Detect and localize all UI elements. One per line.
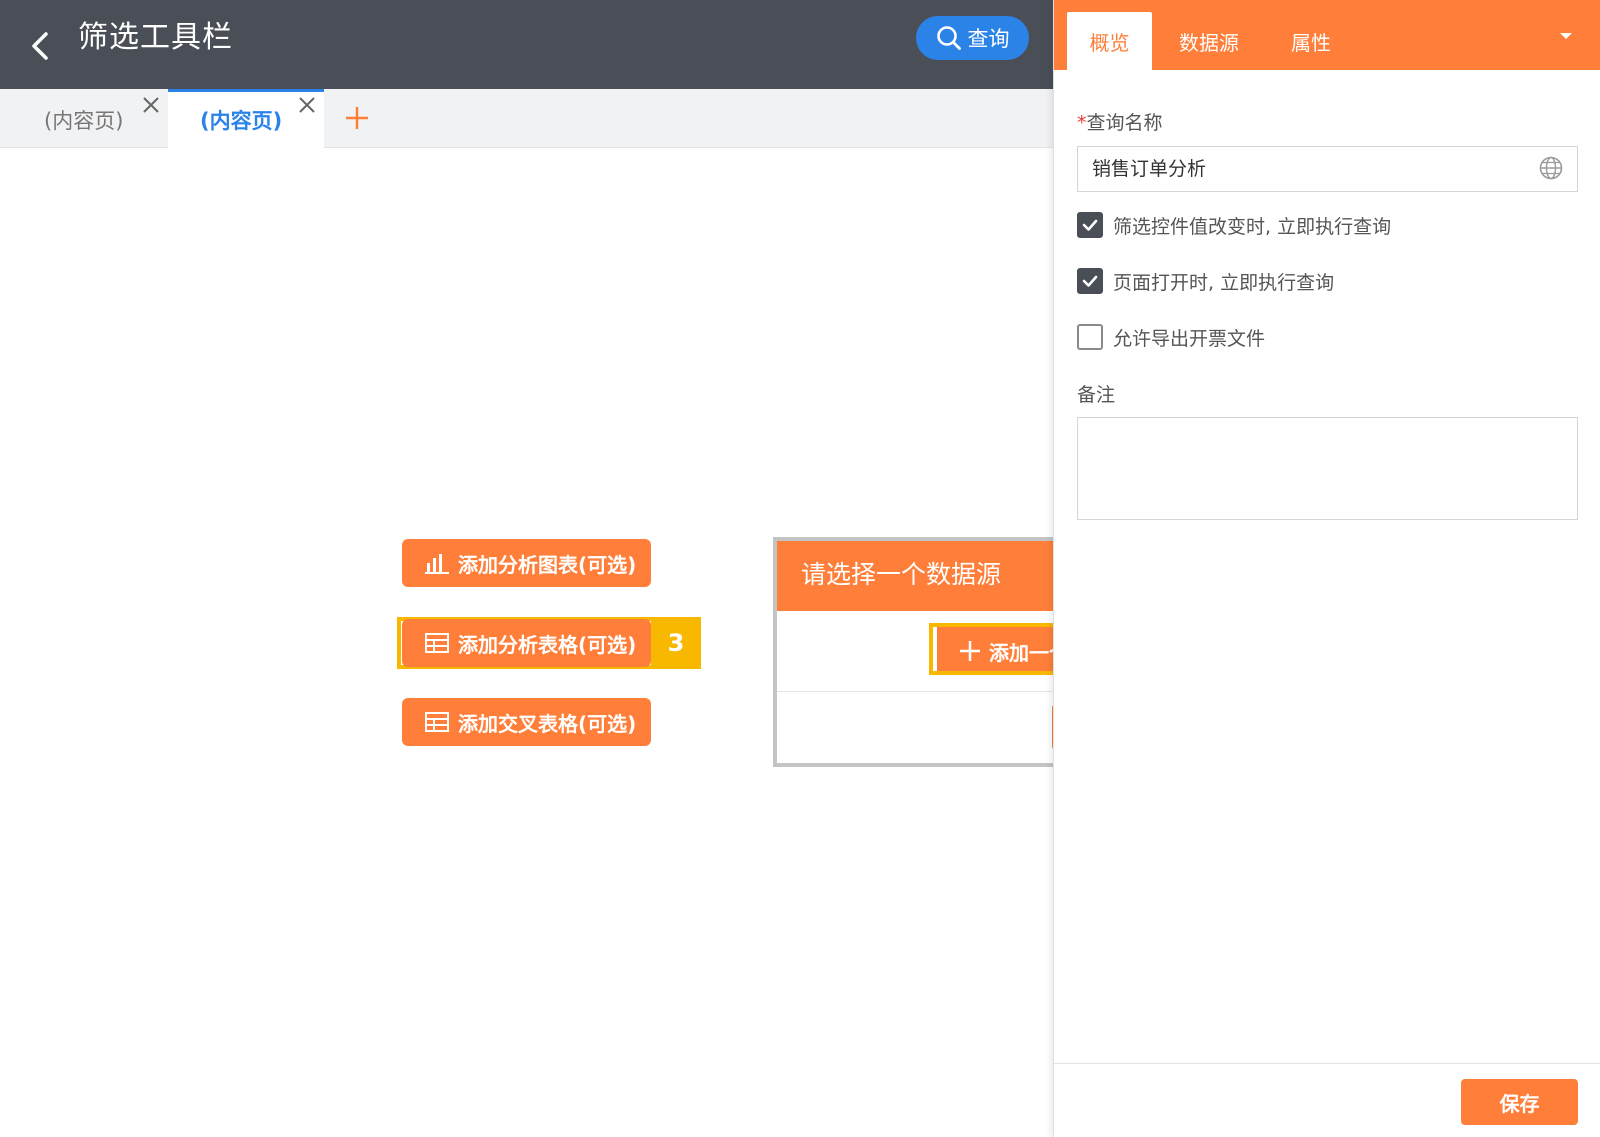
add-analysis-table-label: 添加分析表格(可选)	[458, 632, 637, 657]
query-button[interactable]: 查询	[916, 16, 1029, 60]
add-analysis-table-button[interactable]: 添加分析表格(可选)	[402, 619, 651, 667]
query-name-label: *查询名称	[1077, 108, 1163, 135]
query-button-label: 查询	[967, 27, 1010, 51]
tab-label: (内容页)	[44, 109, 124, 133]
check-icon	[1082, 219, 1098, 231]
checkbox-label: 允许导出开票文件	[1113, 327, 1266, 350]
table-icon	[425, 712, 449, 732]
checkbox-checked[interactable]	[1077, 268, 1103, 294]
tab-datasource[interactable]: 数据源	[1164, 12, 1254, 70]
globe-icon[interactable]	[1538, 155, 1564, 181]
page-tab-bar: (内容页) (内容页)	[0, 89, 1053, 148]
panel-footer-divider	[1054, 1063, 1600, 1064]
app-window: 筛选工具栏 查询 (内容页) (内容页) 添加分析图表(可选) 添加分析表格(可…	[0, 0, 1600, 1137]
tab-properties[interactable]: 属性	[1266, 12, 1356, 70]
checkbox-run-on-page-open[interactable]: 页面打开时, 立即执行查询	[1077, 267, 1334, 295]
tab-content-page-2[interactable]: (内容页)	[168, 89, 324, 148]
checkbox-checked[interactable]	[1077, 212, 1103, 238]
checkbox-label: 筛选控件值改变时, 立即执行查询	[1113, 215, 1392, 238]
close-icon[interactable]	[141, 95, 161, 115]
remark-label: 备注	[1077, 384, 1116, 406]
check-icon	[1082, 275, 1098, 287]
tab-label: (内容页)	[200, 109, 283, 133]
step-badge-3: 3	[651, 617, 701, 669]
dialog-title: 请选择一个数据源	[801, 560, 1002, 589]
bar-chart-icon	[425, 554, 449, 574]
panel-tab-bar: 概览 数据源 属性	[1054, 0, 1600, 70]
query-name-input[interactable]: 销售订单分析	[1077, 146, 1578, 192]
save-button[interactable]: 保存	[1461, 1079, 1578, 1125]
add-cross-table-label: 添加交叉表格(可选)	[458, 711, 637, 736]
page-title: 筛选工具栏	[78, 20, 233, 55]
table-icon	[425, 633, 449, 653]
plus-icon[interactable]	[342, 103, 372, 133]
add-analysis-chart-label: 添加分析图表(可选)	[458, 552, 637, 577]
tab-overview[interactable]: 概览	[1067, 12, 1152, 70]
checkbox-run-on-filter-change[interactable]: 筛选控件值改变时, 立即执行查询	[1077, 211, 1391, 239]
close-icon[interactable]	[297, 95, 317, 115]
tab-content-page-1[interactable]: (内容页)	[0, 89, 168, 148]
remark-textarea[interactable]	[1077, 417, 1578, 520]
add-analysis-chart-button[interactable]: 添加分析图表(可选)	[402, 539, 651, 587]
checkbox-allow-export-invoice[interactable]: 允许导出开票文件	[1077, 323, 1265, 351]
properties-panel: 概览 数据源 属性 *查询名称 销售订单分析 筛选控件值改变时, 立即执行查询 …	[1053, 0, 1600, 1137]
top-bar: 筛选工具栏 查询	[0, 0, 1053, 89]
required-mark: *	[1077, 112, 1087, 134]
checkbox-unchecked[interactable]	[1077, 324, 1103, 350]
add-cross-table-button[interactable]: 添加交叉表格(可选)	[402, 698, 651, 746]
query-name-label-text: 查询名称	[1086, 112, 1163, 134]
search-icon	[936, 26, 961, 50]
chevron-left-icon[interactable]	[22, 24, 58, 64]
checkbox-label: 页面打开时, 立即执行查询	[1113, 271, 1335, 294]
caret-down-icon[interactable]	[1556, 26, 1576, 46]
